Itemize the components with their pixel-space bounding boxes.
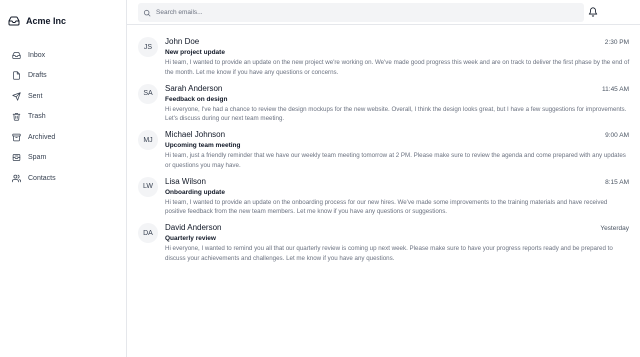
email-time: 11:45 AM — [602, 85, 629, 93]
email-time: 8:15 AM — [605, 178, 629, 186]
sidebar-item-label: Drafts — [28, 72, 47, 80]
email-sender: Michael Johnson — [165, 130, 226, 139]
sidebar-item-label: Sent — [28, 92, 43, 100]
trash-icon — [12, 113, 21, 121]
avatar: MJ — [138, 130, 158, 150]
sidebar-item-trash[interactable]: Trash — [12, 107, 120, 128]
email-sender: Lisa Wilson — [165, 176, 206, 186]
spam-icon — [12, 154, 21, 162]
topbar — [127, 0, 640, 25]
sidebar-item-sent[interactable]: Sent — [12, 86, 120, 107]
brand[interactable]: Acme Inc — [8, 14, 66, 28]
email-item[interactable]: MJ Michael Johnson 9:00 AM Upcoming team… — [127, 127, 640, 174]
sidebar-item-contacts[interactable]: Contacts — [12, 168, 120, 189]
email-preview: Hi everyone, I've had a chance to review… — [165, 105, 627, 123]
email-subject: Onboarding update — [165, 188, 225, 196]
email-item[interactable]: DA David Anderson Yesterday Quarterly re… — [127, 220, 640, 267]
email-sender: Sarah Anderson — [165, 83, 223, 93]
search-input[interactable] — [156, 9, 576, 16]
sidebar-item-archived[interactable]: Archived — [12, 127, 120, 148]
brand-name: Acme Inc — [26, 16, 67, 26]
email-sender: David Anderson — [165, 223, 222, 232]
avatar: LW — [138, 176, 158, 197]
bell-icon[interactable] — [588, 7, 598, 17]
sidebar: Acme Inc Inbox Drafts Sent Trash Archive… — [0, 0, 127, 357]
email-item[interactable]: JS John Doe 2:30 PM New project update H… — [127, 34, 640, 81]
inbox-tray-icon — [8, 16, 20, 26]
avatar: SA — [138, 83, 158, 104]
email-preview: Hi everyone, I wanted to remind you all … — [165, 245, 613, 262]
sidebar-item-label: Spam — [28, 154, 47, 162]
email-time: 2:30 PM — [604, 39, 629, 46]
email-preview: Hi team, I wanted to provide an update o… — [165, 198, 608, 216]
sidebar-item-label: Contacts — [28, 174, 56, 182]
send-icon — [12, 92, 21, 101]
search-box[interactable] — [138, 3, 584, 22]
sidebar-item-inbox[interactable]: Inbox — [12, 45, 120, 66]
email-subject: Feedback on design — [165, 95, 228, 103]
search-icon — [143, 9, 151, 16]
email-sender: John Doe — [165, 37, 200, 46]
email-item[interactable]: LW Lisa Wilson 8:15 AM Onboarding update… — [127, 174, 640, 221]
email-time: 9:00 AM — [605, 132, 629, 139]
email-preview: Hi team, just a friendly reminder that w… — [165, 152, 626, 169]
sidebar-nav: Inbox Drafts Sent Trash Archived Spam Co… — [12, 45, 120, 189]
email-time: Yesterday — [600, 225, 629, 232]
file-icon — [13, 71, 20, 80]
email-subject: Quarterly review — [165, 235, 216, 242]
archive-icon — [12, 133, 21, 141]
email-subject: Upcoming team meeting — [165, 142, 241, 149]
users-icon — [12, 174, 21, 182]
sidebar-item-spam[interactable]: Spam — [12, 148, 120, 169]
email-item[interactable]: SA Sarah Anderson 11:45 AM Feedback on d… — [127, 81, 640, 128]
sidebar-item-label: Inbox — [28, 51, 46, 59]
sidebar-item-drafts[interactable]: Drafts — [12, 66, 120, 87]
email-list: JS John Doe 2:30 PM New project update H… — [127, 34, 640, 267]
avatar: JS — [138, 37, 158, 57]
inbox-icon — [12, 51, 21, 59]
email-subject: New project update — [165, 49, 225, 56]
sidebar-item-label: Archived — [28, 133, 56, 141]
sidebar-item-label: Trash — [28, 113, 46, 121]
email-preview: Hi team, I wanted to provide an update o… — [165, 59, 630, 76]
avatar: DA — [138, 223, 158, 243]
